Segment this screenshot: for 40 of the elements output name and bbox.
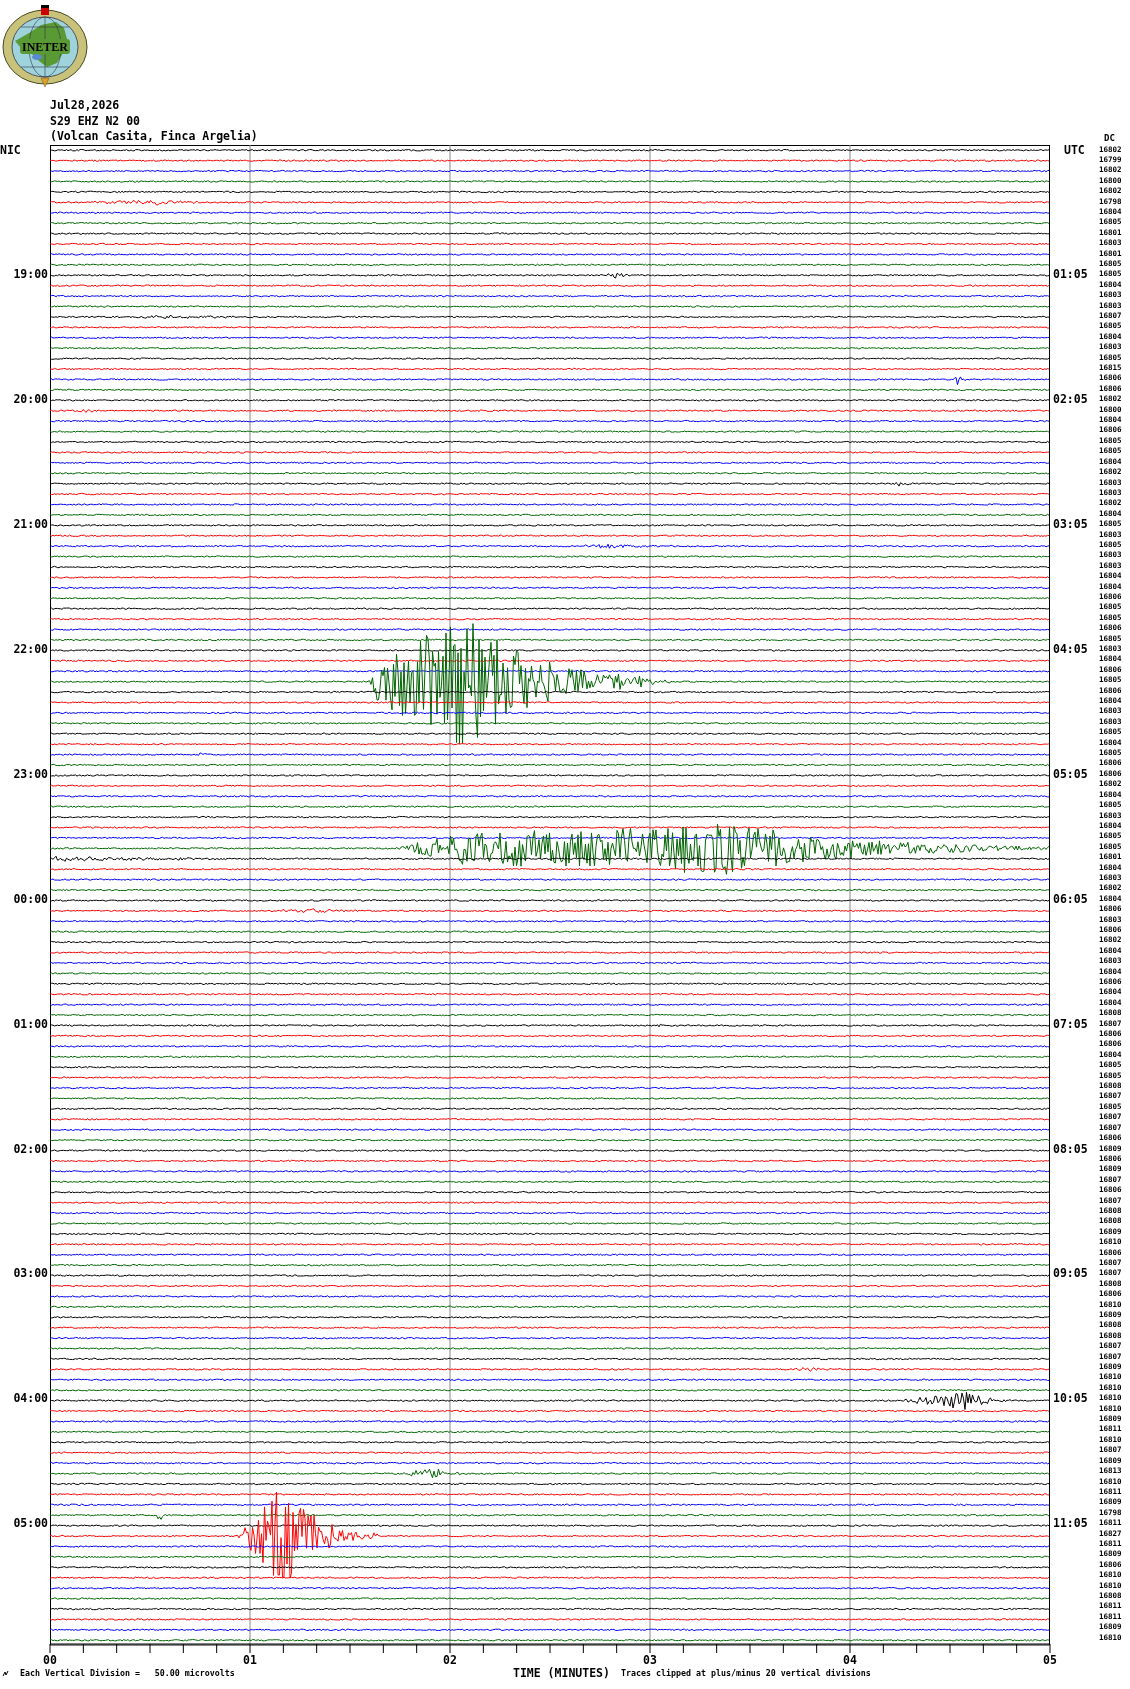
utc-time-label: 02:05 — [1052, 394, 1088, 405]
minute-label: 01 — [243, 1653, 257, 1667]
utc-time-label: 09:05 — [1052, 1268, 1088, 1279]
utc-time-label: 08:05 — [1052, 1143, 1088, 1154]
minute-label: 02 — [443, 1653, 457, 1667]
utc-time-label: 03:05 — [1052, 519, 1088, 530]
utc-time-label: 01:05 — [1052, 269, 1088, 280]
utc-time-label: 05:05 — [1052, 768, 1088, 780]
location-label: (Volcan Casita, Finca Argelia) — [49, 129, 258, 145]
local-time-label: 22:00 — [13, 644, 49, 655]
minute-label: 00 — [43, 1653, 57, 1667]
local-time-label: 20:00 — [13, 394, 49, 405]
time-zone-label: UTC — [1063, 144, 1085, 155]
utc-time-label: 04:05 — [1052, 644, 1088, 655]
minute-label: 03 — [643, 1653, 657, 1667]
logo-text: INETER — [22, 40, 68, 54]
local-time-label: 02:00 — [13, 1143, 49, 1154]
local-time-label: 05:00 — [13, 1518, 49, 1529]
squiggle-icon — [2, 1670, 9, 1676]
local-time-label: 03:00 — [13, 1268, 49, 1279]
local-time-label: 00:00 — [13, 893, 49, 905]
clip-note: Traces clipped at plus/minus 20 vertical divisions — [621, 1667, 872, 1679]
column-heading: DC — [1104, 133, 1115, 143]
minute-label: 05 — [1043, 1653, 1057, 1667]
local-time-label: 19:00 — [13, 269, 49, 280]
axis-title: TIME (MINUTES) — [513, 1667, 611, 1679]
time-zone-label: NIC — [0, 144, 21, 155]
local-time-label: 23:00 — [13, 768, 49, 780]
globe-logo-icon — [2, 5, 88, 88]
utc-time-label: 06:05 — [1052, 893, 1088, 905]
station-label: S29 EHZ N2 00 — [49, 113, 141, 129]
date-label: Jul28,2026 — [49, 98, 121, 114]
utc-time-label: 07:05 — [1052, 1018, 1088, 1030]
utc-time-label: 11:05 — [1052, 1518, 1088, 1529]
local-time-label: 04:00 — [13, 1393, 49, 1404]
local-time-label: 21:00 — [13, 519, 49, 530]
scale-note: Each Vertical Division = 50.00 microvolts — [20, 1667, 236, 1679]
local-time-label: 01:00 — [13, 1018, 49, 1030]
utc-time-label: 10:05 — [1052, 1393, 1088, 1404]
minute-label: 04 — [843, 1653, 857, 1667]
